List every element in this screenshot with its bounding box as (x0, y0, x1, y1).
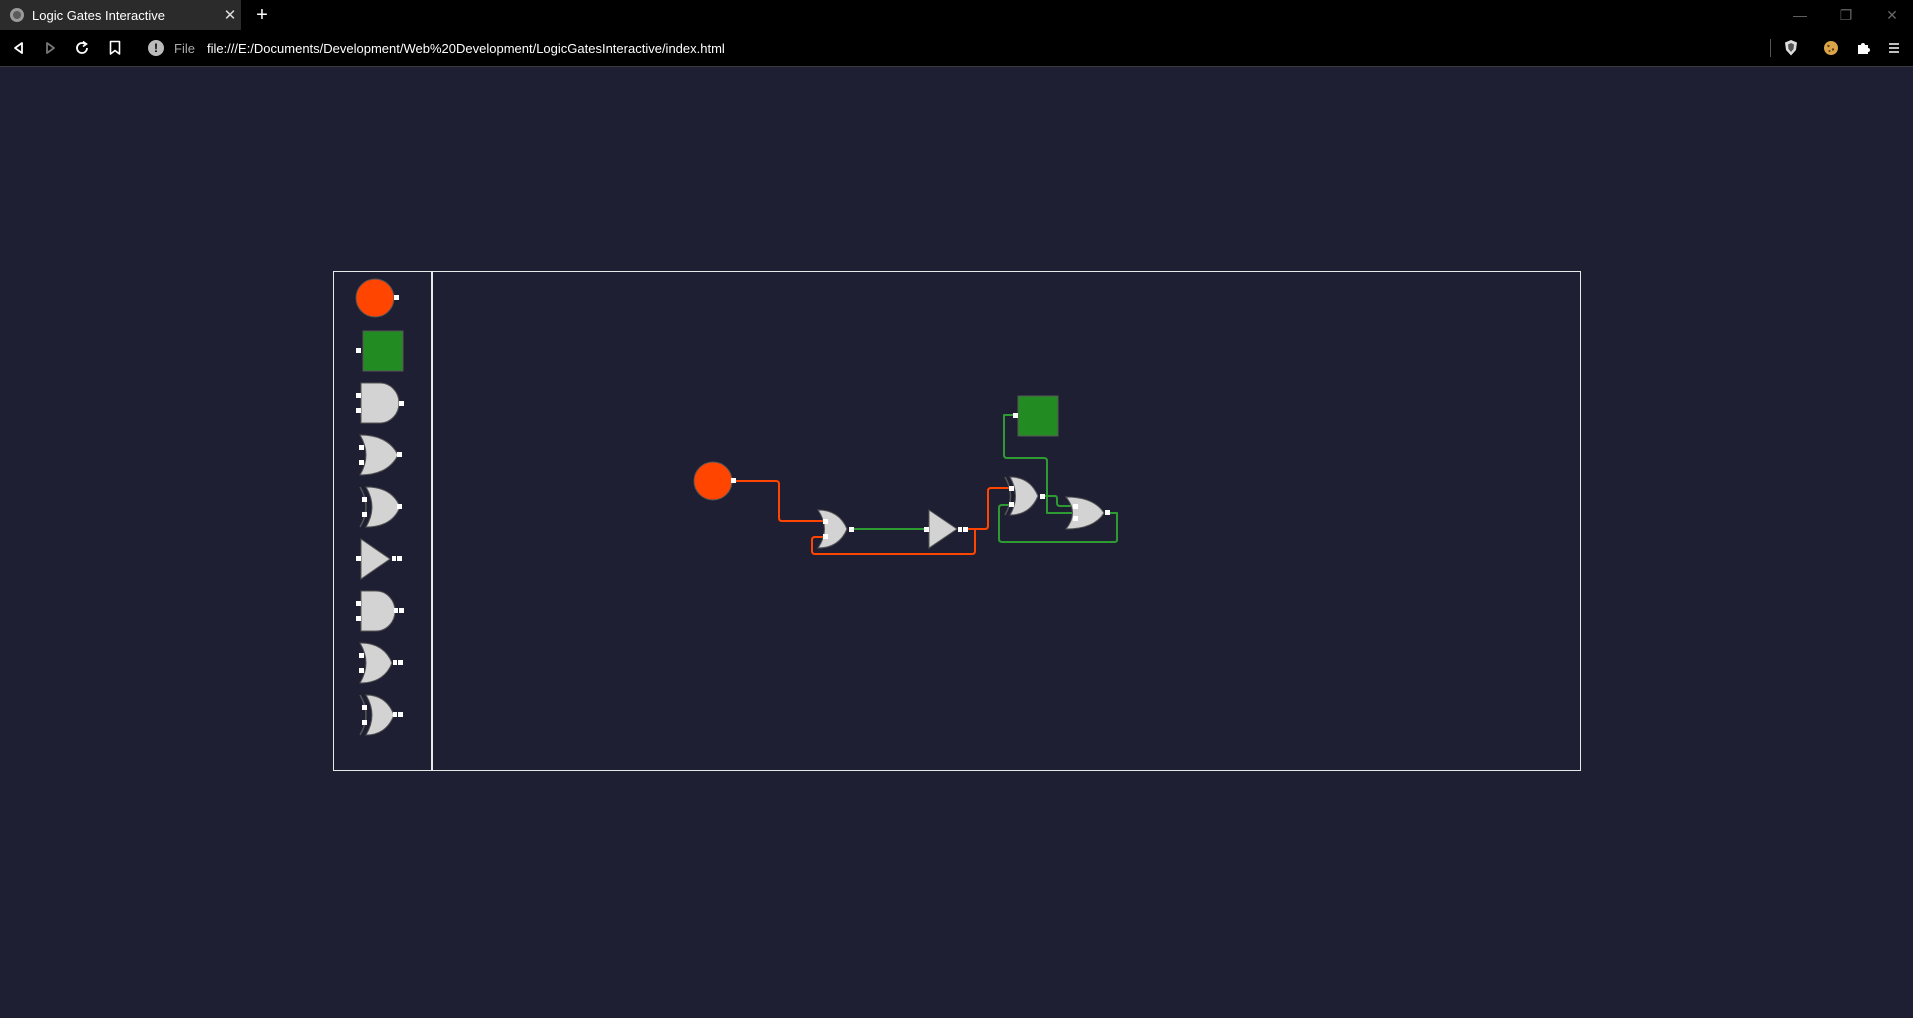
toolbar-divider (1770, 39, 1771, 57)
forward-icon[interactable] (40, 38, 60, 58)
palette-nor-gate[interactable] (356, 641, 406, 690)
palette-output-lamp[interactable] (356, 329, 406, 378)
circuit-nor-gate[interactable] (817, 509, 854, 549)
tab-title: Logic Gates Interactive (32, 7, 165, 23)
address-url[interactable]: file:///E:/Documents/Development/Web%20D… (207, 41, 725, 56)
circuit-canvas[interactable] (434, 272, 1580, 770)
address-bar[interactable]: ! File file:///E:/Documents/Development/… (140, 36, 1770, 60)
input-pin[interactable] (356, 348, 361, 353)
close-window-button[interactable]: ✕ (1869, 0, 1913, 30)
output-lamp-input-pin[interactable] (1013, 413, 1018, 418)
circuit-output-lamp[interactable] (1013, 395, 1059, 437)
palette-or-gate[interactable] (356, 433, 406, 482)
cookie-extension-icon[interactable] (1821, 38, 1841, 58)
address-scheme: File (174, 40, 195, 56)
close-tab-button[interactable]: ✕ (219, 6, 241, 24)
circuit-xor-gate[interactable] (1004, 476, 1045, 516)
circuit-input-switch[interactable] (693, 461, 736, 501)
wire-not-to-xor[interactable] (975, 487, 1012, 530)
output-pin[interactable] (394, 295, 399, 300)
palette-not-gate[interactable] (356, 537, 406, 586)
restore-button[interactable]: ❐ (1823, 0, 1869, 30)
palette-nand-gate[interactable] (356, 589, 406, 638)
extensions-puzzle-icon[interactable] (1853, 38, 1873, 58)
minimize-button[interactable]: — (1777, 0, 1823, 30)
back-icon[interactable] (9, 38, 29, 58)
circuit-not-gate[interactable] (924, 509, 968, 549)
wire-input-to-nor[interactable] (734, 480, 824, 522)
circuit-or-gate[interactable] (1064, 496, 1110, 530)
palette-xor-gate[interactable] (356, 485, 406, 534)
browser-toolbar: ! File file:///E:/Documents/Development/… (0, 30, 1913, 67)
new-tab-button[interactable]: + (251, 4, 273, 26)
palette-and-gate[interactable] (356, 381, 406, 430)
browser-tab[interactable]: Logic Gates Interactive ✕ (0, 0, 241, 30)
palette-input-switch[interactable] (354, 278, 404, 325)
menu-icon[interactable] (1884, 38, 1904, 58)
circuit-svg (693, 395, 1118, 555)
tab-bar: Logic Gates Interactive ✕ + — ❐ ✕ (0, 0, 1913, 30)
reload-icon[interactable] (72, 38, 92, 58)
globe-icon (10, 8, 24, 22)
palette-xnor-gate[interactable] (356, 693, 406, 742)
bookmark-icon[interactable] (105, 38, 125, 58)
logic-workspace (333, 271, 1581, 771)
site-info-icon[interactable]: ! (148, 40, 164, 56)
component-palette (334, 272, 433, 770)
brave-shield-icon[interactable] (1781, 38, 1801, 58)
input-switch-output-pin[interactable] (731, 478, 736, 483)
